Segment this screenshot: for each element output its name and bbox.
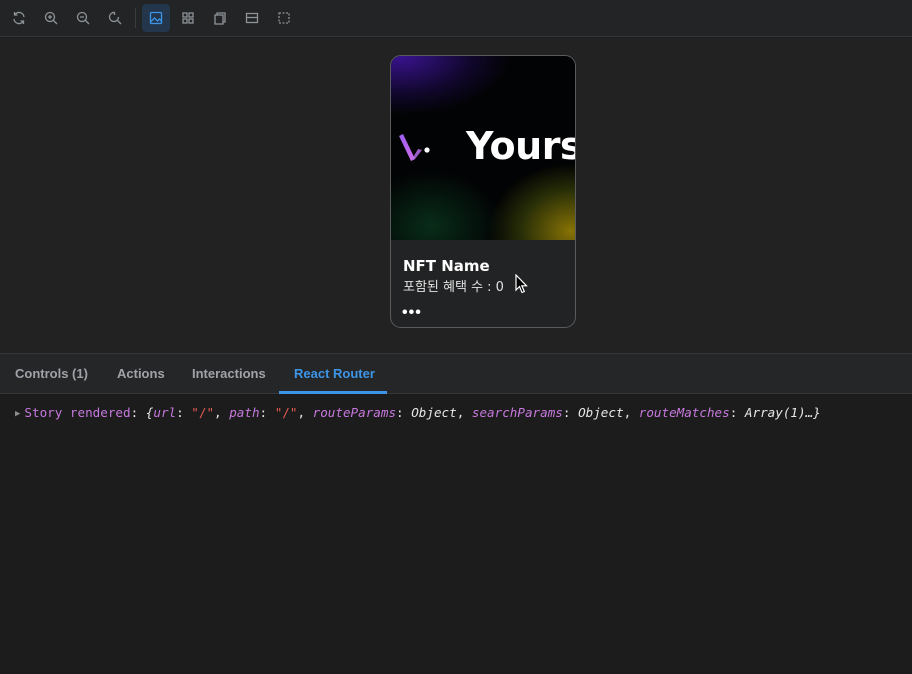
- log-entry[interactable]: ▶ Story rendered: {url: "/", path: "/", r…: [15, 405, 821, 420]
- expand-triangle-icon[interactable]: ▶: [15, 409, 20, 419]
- log-val-route-params: Object: [411, 405, 457, 420]
- log-key-route-matches: routeMatches: [638, 405, 730, 420]
- measure-button[interactable]: [238, 4, 266, 32]
- preview-toolbar: [0, 0, 912, 37]
- toolbar-separator: [135, 8, 136, 28]
- log-val-route-matches: Array(1): [744, 405, 806, 420]
- grid-button[interactable]: [174, 4, 202, 32]
- more-options-icon[interactable]: •••: [402, 304, 422, 322]
- log-key-path: path: [229, 405, 260, 420]
- refresh-icon: [13, 11, 25, 25]
- zoom-in-button[interactable]: [37, 4, 65, 32]
- background-button[interactable]: [142, 4, 170, 32]
- log-label: Story rendered: [24, 405, 131, 420]
- viewport-icon: [214, 12, 226, 25]
- viewport-button[interactable]: [206, 4, 234, 32]
- measure-icon: [245, 12, 259, 24]
- router-log-panel: ▶ Story rendered: {url: "/", path: "/", r…: [0, 394, 912, 674]
- outline-icon: [278, 12, 290, 24]
- log-val-path: "/": [274, 405, 298, 420]
- tab-interactions[interactable]: Interactions: [192, 354, 266, 393]
- zoom-reset-icon: [108, 11, 122, 25]
- log-key-route-params: routeParams: [312, 405, 397, 420]
- brand-wordmark: Yours: [466, 124, 576, 168]
- log-key-search-params: searchParams: [471, 405, 563, 420]
- zoom-out-icon: [76, 11, 90, 25]
- tab-controls[interactable]: Controls (1): [15, 354, 88, 393]
- log-key-url: url: [153, 405, 177, 420]
- outline-button[interactable]: [270, 4, 298, 32]
- nft-benefit-count: 포함된 혜택 수 : 0: [403, 280, 504, 295]
- zoom-reset-button[interactable]: [101, 4, 129, 32]
- story-canvas: Yours NFT Name 포함된 혜택 수 : 0 •••: [0, 38, 912, 353]
- grid-icon: [182, 12, 194, 24]
- nft-image: Yours: [391, 56, 575, 240]
- refresh-button[interactable]: [5, 4, 33, 32]
- addon-tabs: Controls (1) Actions Interactions React …: [0, 353, 912, 394]
- background-image-icon: [149, 11, 163, 25]
- brand-logo-icon: [399, 134, 430, 161]
- nft-name: NFT Name: [403, 257, 490, 275]
- nft-card[interactable]: Yours NFT Name 포함된 혜택 수 : 0 •••: [390, 55, 576, 328]
- zoom-in-icon: [44, 11, 58, 25]
- tab-actions[interactable]: Actions: [117, 354, 165, 393]
- log-val-url: "/": [191, 405, 215, 420]
- mouse-cursor-icon: [515, 274, 528, 294]
- tab-react-router[interactable]: React Router: [294, 354, 375, 393]
- zoom-out-button[interactable]: [69, 4, 97, 32]
- log-val-search-params: Object: [578, 405, 624, 420]
